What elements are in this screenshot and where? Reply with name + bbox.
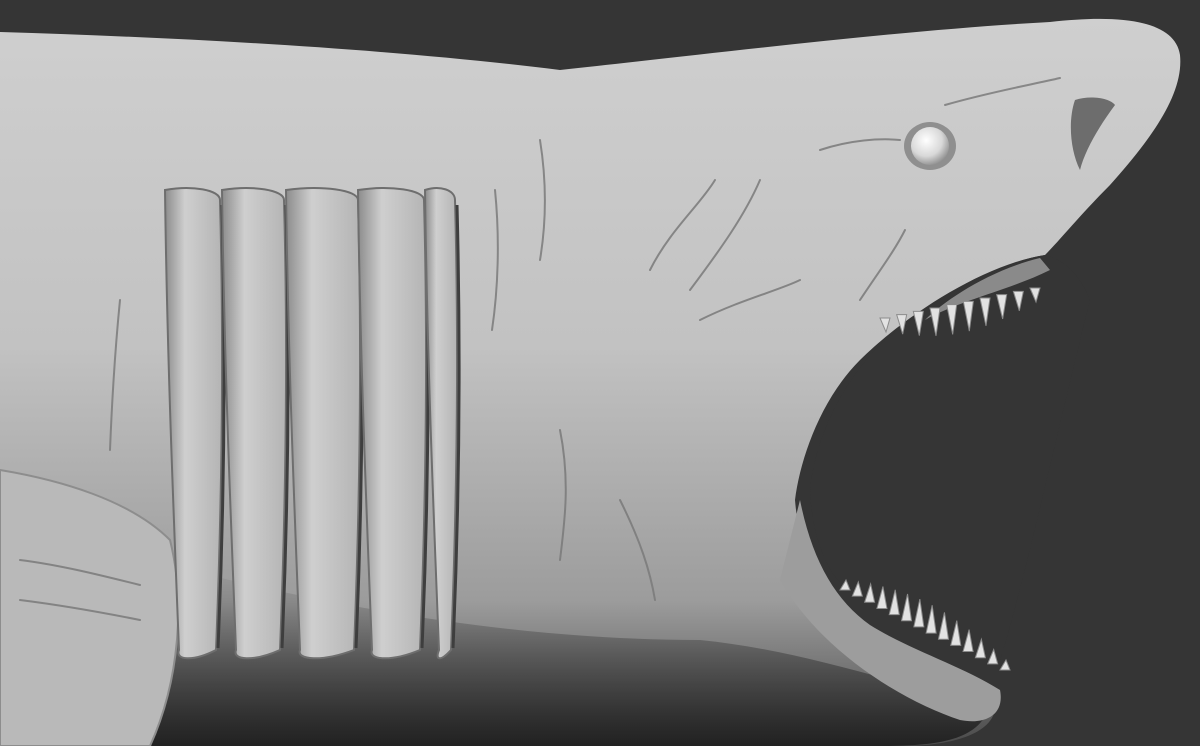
eye-icon [911,127,949,165]
gill-slit [284,187,362,660]
viewport-canvas[interactable] [0,0,1200,746]
sculpt-render [0,0,1200,746]
gill-slits [163,187,461,660]
